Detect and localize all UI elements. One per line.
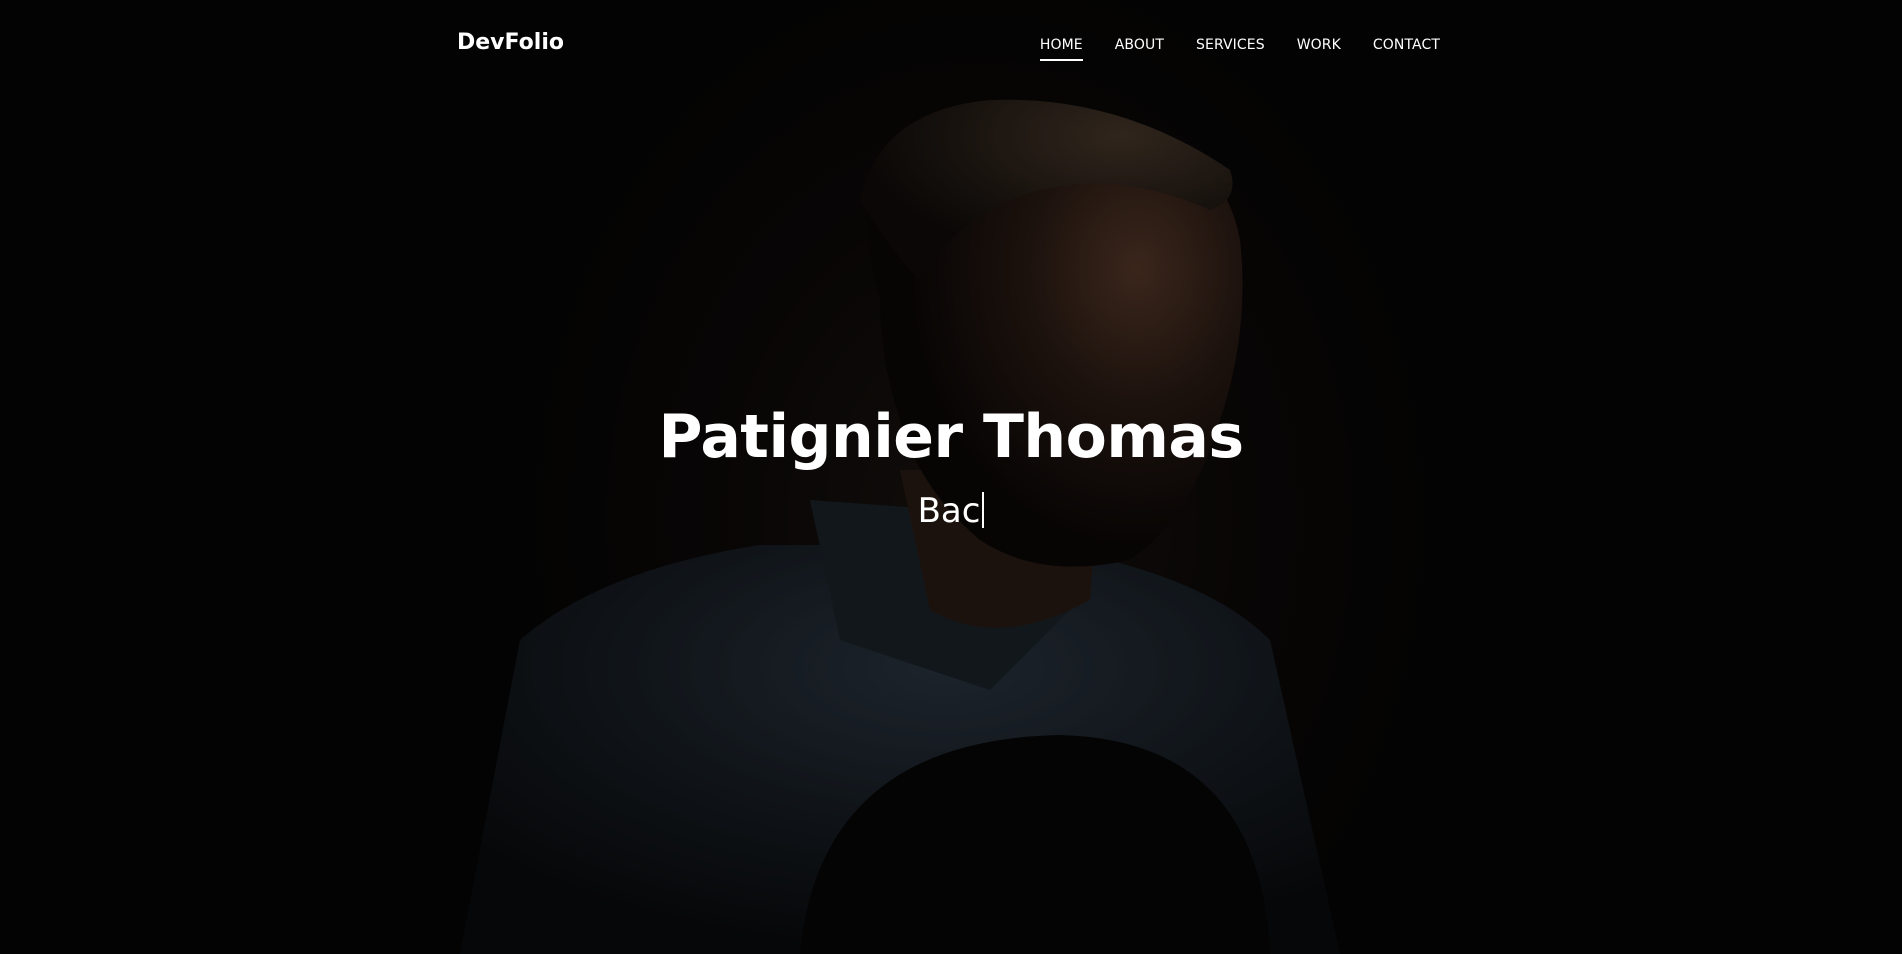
intro-title: Patignier Thomas [658, 402, 1244, 472]
nav-menu: HOME ABOUT SERVICES WORK CONTACT [1008, 34, 1440, 61]
intro-content: Patignier Thomas Bac [0, 398, 1902, 534]
nav-item-work: WORK [1297, 34, 1341, 61]
nav-item-about: ABOUT [1115, 34, 1164, 61]
intro-subtitle: Bac [0, 488, 1902, 534]
nav-item-contact: CONTACT [1373, 34, 1440, 61]
nav-link-work[interactable]: WORK [1297, 37, 1341, 59]
nav-link-services[interactable]: SERVICES [1196, 37, 1265, 59]
brand-logo[interactable]: DevFolio [457, 30, 564, 55]
typed-text: Bac [917, 491, 981, 531]
navbar: DevFolio HOME ABOUT SERVICES WORK CONTAC… [0, 0, 1902, 90]
hero-section: DevFolio HOME ABOUT SERVICES WORK CONTAC… [0, 0, 1902, 954]
nav-item-home: HOME [1039, 34, 1083, 61]
nav-link-contact[interactable]: CONTACT [1373, 37, 1440, 59]
nav-link-about[interactable]: ABOUT [1115, 37, 1164, 59]
nav-link-home[interactable]: HOME [1039, 37, 1083, 61]
nav-item-services: SERVICES [1196, 34, 1265, 61]
typing-cursor [982, 492, 985, 528]
